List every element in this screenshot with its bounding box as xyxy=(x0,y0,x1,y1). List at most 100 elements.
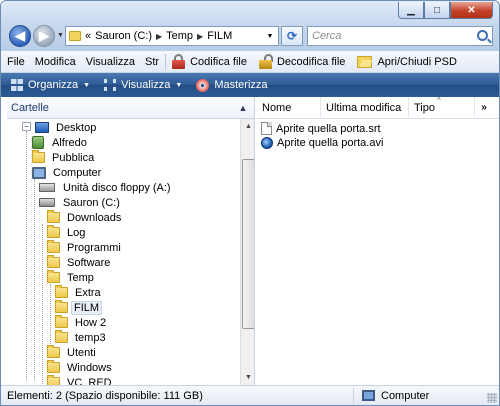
search-placeholder: Cerca xyxy=(312,30,342,42)
tree-item-desktop[interactable]: Desktop xyxy=(35,120,100,135)
tree-connector xyxy=(50,284,51,346)
breadcrumb-overflow[interactable]: « xyxy=(85,30,91,42)
views-label: Visualizza xyxy=(121,79,171,91)
tree-item-film[interactable]: FILM xyxy=(55,300,103,315)
tree-item-extra[interactable]: Extra xyxy=(55,285,105,300)
tree-item-software[interactable]: Software xyxy=(47,255,114,270)
refresh-button[interactable]: ⟳ xyxy=(281,26,303,46)
folder-icon xyxy=(55,300,68,313)
folders-pane: Cartelle ▲ − Desktop Alfredo Pubblica Co… xyxy=(7,97,255,385)
tree-item-alfredo[interactable]: Alfredo xyxy=(32,135,91,150)
column-header-modified[interactable]: Ultima modifica xyxy=(321,97,409,119)
search-input[interactable]: Cerca xyxy=(307,26,493,46)
folder-icon xyxy=(55,330,68,343)
folders-header[interactable]: Cartelle ▲ xyxy=(7,97,254,119)
decode-file-button[interactable]: Decodifica file xyxy=(258,54,345,69)
open-close-psd-button[interactable]: Apri/Chiudi PSD xyxy=(357,55,457,68)
breadcrumb-temp[interactable]: Temp xyxy=(166,30,193,42)
tree-item-temp3[interactable]: temp3 xyxy=(55,330,110,345)
menu-bar: File Modifica Visualizza Str Codifica fi… xyxy=(1,51,499,73)
computer-icon xyxy=(362,390,375,401)
tree-item-label: Temp xyxy=(67,271,94,284)
search-icon[interactable] xyxy=(477,30,488,41)
scroll-thumb[interactable] xyxy=(242,159,254,329)
folder-icon xyxy=(32,150,45,163)
tree-item-label: How 2 xyxy=(75,316,107,329)
folder-icon xyxy=(47,240,60,253)
tree-item-sauron[interactable]: Sauron (C:) xyxy=(39,195,124,210)
recent-pages-dropdown[interactable]: ▼ xyxy=(57,32,64,39)
chevron-double-right-icon: » xyxy=(481,102,487,113)
close-button[interactable]: ✕ xyxy=(450,2,493,19)
tree-item-log[interactable]: Log xyxy=(47,225,89,240)
menu-strumenti[interactable]: Str xyxy=(145,56,159,68)
column-headers: Nome Ultima modifica ^ Tipo » xyxy=(257,96,499,119)
computer-icon xyxy=(32,166,46,179)
breadcrumb-drive[interactable]: Sauron (C:) xyxy=(95,30,152,42)
column-header-name[interactable]: Nome xyxy=(257,97,321,119)
encode-file-button[interactable]: Codifica file xyxy=(172,54,247,69)
column-header-label: Nome xyxy=(262,102,292,114)
tree-connector xyxy=(34,179,35,381)
column-header-label: Ultima modifica xyxy=(326,102,402,114)
views-button[interactable]: Visualizza ▼ xyxy=(104,79,182,91)
resize-grip[interactable] xyxy=(487,393,497,403)
folder-icon xyxy=(47,255,60,268)
more-columns-button[interactable]: » xyxy=(475,97,493,118)
user-icon xyxy=(32,136,44,149)
tree-item-downloads[interactable]: Downloads xyxy=(47,210,125,225)
tree-item-floppy[interactable]: Unità disco floppy (A:) xyxy=(39,180,175,195)
menu-file[interactable]: File xyxy=(7,56,25,68)
tree-item-label: Programmi xyxy=(67,241,121,254)
address-bar[interactable]: « Sauron (C:) ▶ Temp ▶ FILM ▼ xyxy=(65,26,279,46)
tree-scrollbar[interactable]: ▲ ▼ xyxy=(240,119,254,385)
chevron-right-icon[interactable]: ▶ xyxy=(156,32,162,41)
collapse-toggle[interactable]: − xyxy=(22,122,31,131)
tree-item-temp[interactable]: Temp xyxy=(47,270,98,285)
chevron-down-icon[interactable]: ▼ xyxy=(263,28,277,44)
chevron-down-icon: ▼ xyxy=(175,81,183,89)
minimize-button[interactable]: ▁ xyxy=(398,2,424,19)
tree-item-programmi[interactable]: Programmi xyxy=(47,240,125,255)
tree-item-label: Sauron (C:) xyxy=(63,196,120,209)
tree-item-utenti[interactable]: Utenti xyxy=(47,345,100,360)
document-icon xyxy=(261,122,272,135)
red-lock-icon xyxy=(172,54,186,69)
column-header-type[interactable]: ^ Tipo xyxy=(409,96,475,119)
chevron-right-icon[interactable]: ▶ xyxy=(197,32,203,41)
menu-modifica[interactable]: Modifica xyxy=(35,56,76,68)
tree-item-label: VC_RED xyxy=(67,376,112,386)
maximize-button[interactable]: □ xyxy=(424,2,450,19)
collapse-icon[interactable]: ▲ xyxy=(236,101,250,115)
refresh-icon: ⟳ xyxy=(286,29,298,43)
column-header-label: Tipo xyxy=(414,102,435,114)
scroll-up-arrow-icon[interactable]: ▲ xyxy=(242,119,254,134)
media-file-icon xyxy=(261,136,273,149)
organize-button[interactable]: Organizza ▼ xyxy=(11,79,90,91)
tree-item-computer[interactable]: Computer xyxy=(32,165,105,180)
scroll-down-arrow-icon[interactable]: ▼ xyxy=(242,370,254,385)
folder-icon xyxy=(47,270,60,283)
forward-button[interactable]: ▶ xyxy=(33,25,55,47)
tree-item-vc-red[interactable]: VC_RED xyxy=(47,375,116,385)
views-icon xyxy=(104,79,117,91)
drive-icon xyxy=(39,198,55,207)
menu-visualizza[interactable]: Visualizza xyxy=(86,56,135,68)
navigation-area: ▁ □ ✕ ◀ ▶ ▼ « Sauron (C:) ▶ Temp ▶ FILM … xyxy=(1,1,499,51)
file-row[interactable]: Aprite quella porta.srt xyxy=(261,121,381,136)
folder-icon xyxy=(47,210,60,223)
tree-item-pubblica[interactable]: Pubblica xyxy=(32,150,98,165)
open-close-psd-label: Apri/Chiudi PSD xyxy=(377,55,457,68)
breadcrumb-film[interactable]: FILM xyxy=(207,30,232,42)
tree-item-windows[interactable]: Windows xyxy=(47,360,116,375)
file-list-pane: Nome Ultima modifica ^ Tipo » Aprite que… xyxy=(257,96,499,385)
floppy-icon xyxy=(39,183,55,192)
tree-item-label: Utenti xyxy=(67,346,96,359)
file-row[interactable]: Aprite quella porta.avi xyxy=(261,135,383,150)
folder-tree: − Desktop Alfredo Pubblica Computer Unit… xyxy=(7,119,239,385)
folder-icon xyxy=(47,360,60,373)
tree-item-label: Computer xyxy=(53,166,102,179)
burn-button[interactable]: Masterizza xyxy=(196,78,268,92)
back-button[interactable]: ◀ xyxy=(9,25,31,47)
tree-item-how2[interactable]: How 2 xyxy=(55,315,110,330)
